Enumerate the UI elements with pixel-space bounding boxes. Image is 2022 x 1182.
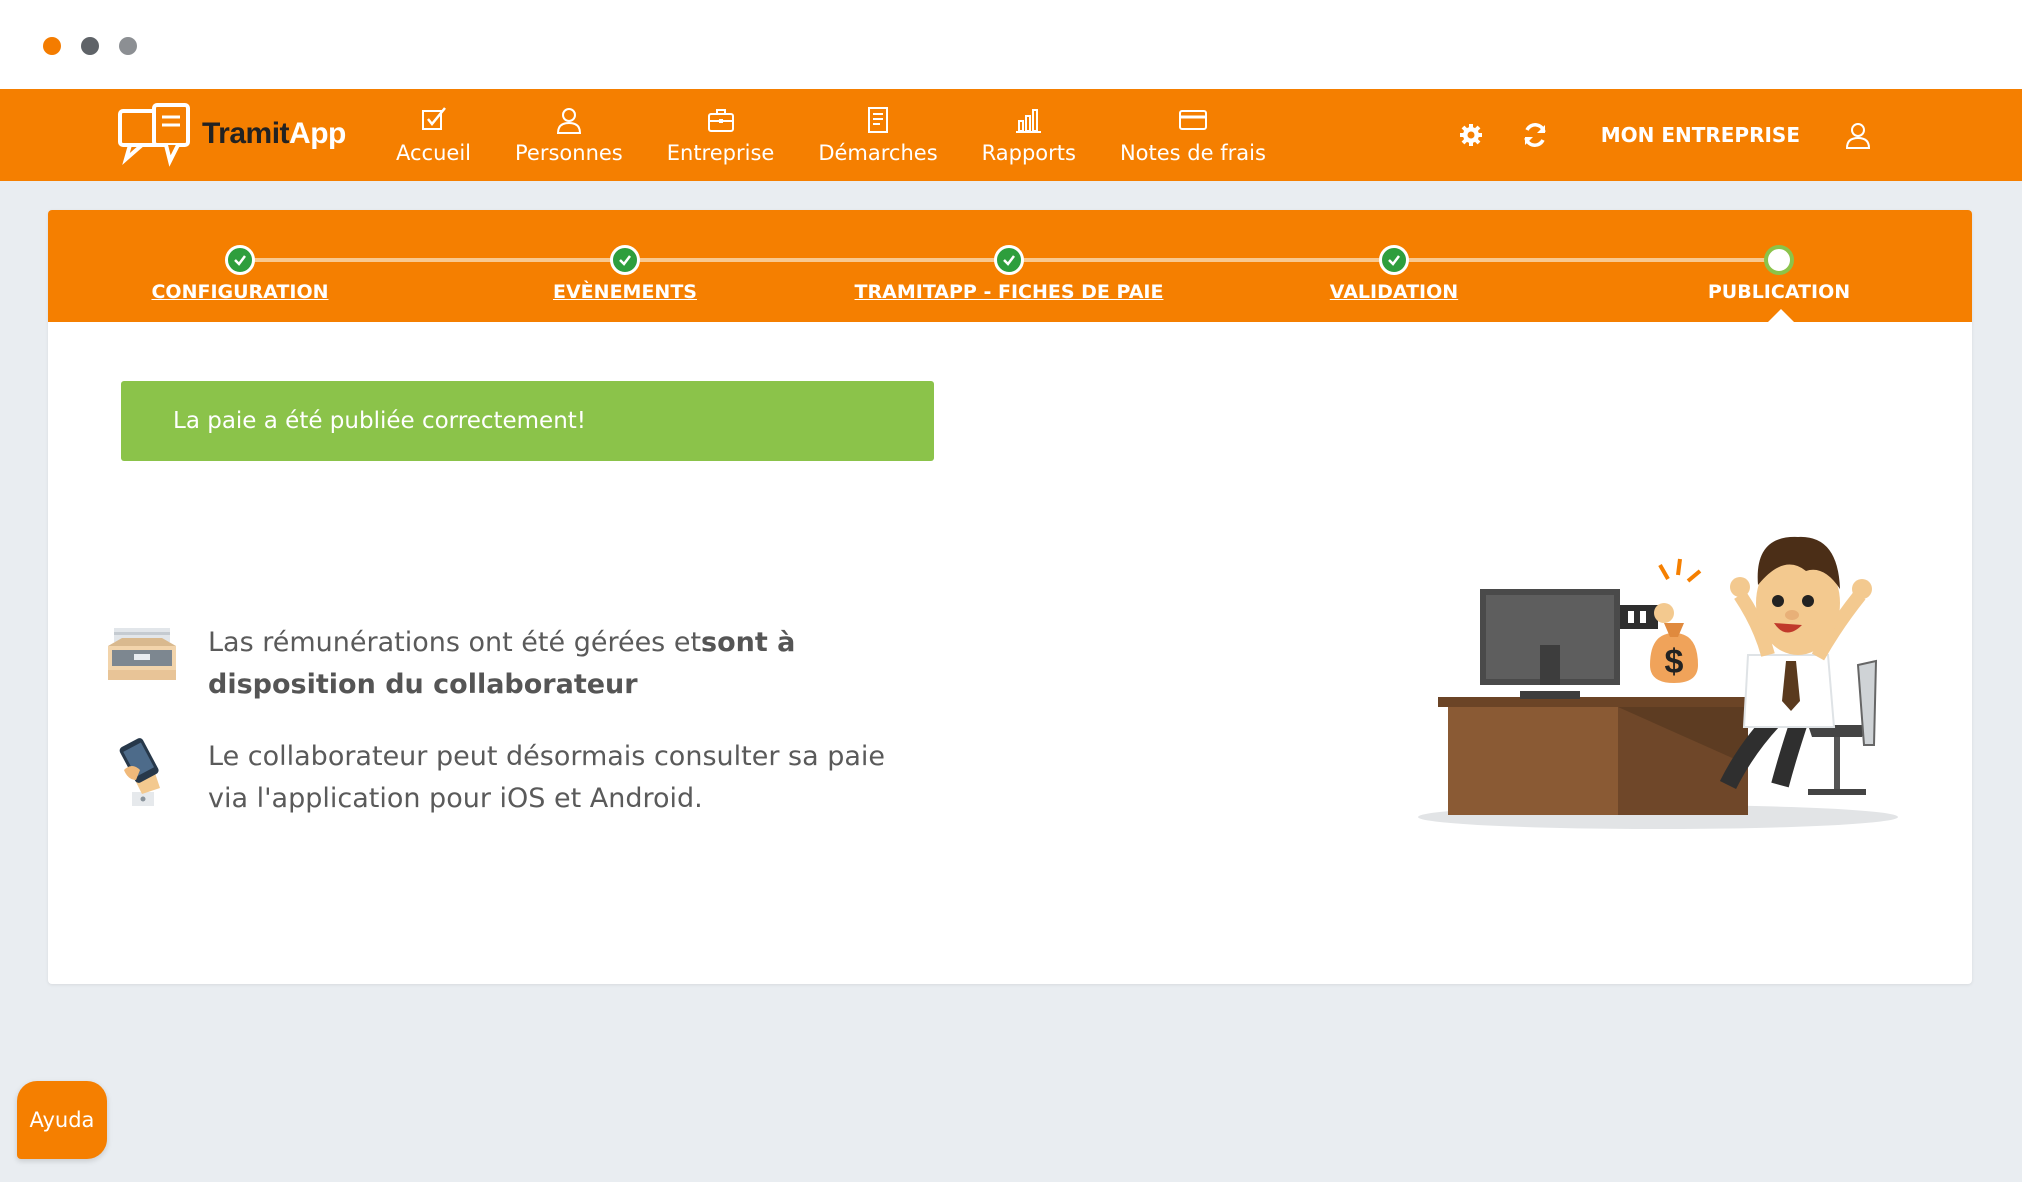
company-menu[interactable]: MON ENTREPRISE — [1601, 123, 1800, 147]
nav-label-accueil: Accueil — [396, 141, 471, 165]
step-fiches-de-paie[interactable]: TRAMITAPP - FICHES DE PAIE — [839, 245, 1179, 303]
app-logo[interactable]: TramitApp — [116, 101, 346, 167]
step-current-dot — [1764, 245, 1794, 275]
success-alert: La paie a été publiée correctement! — [121, 381, 934, 461]
credit-card-icon — [1178, 110, 1207, 130]
step-done-check-icon — [1379, 245, 1409, 275]
gear-icon[interactable] — [1457, 121, 1485, 149]
nav-item-rapports[interactable]: Rapports — [960, 89, 1098, 181]
nav-item-accueil[interactable]: Accueil — [374, 89, 493, 181]
step-label: PUBLICATION — [1707, 281, 1851, 303]
bar-chart-icon — [1015, 109, 1041, 133]
nav-label-rapports: Rapports — [981, 141, 1076, 165]
person-icon — [556, 108, 581, 134]
briefcase-icon — [707, 109, 734, 132]
nav-item-demarches[interactable]: Démarches — [796, 89, 959, 181]
refresh-icon[interactable] — [1521, 121, 1549, 149]
document-icon — [867, 107, 888, 133]
step-label: CONFIGURATION — [151, 281, 329, 303]
nav-right: MON ENTREPRISE — [1439, 89, 1890, 181]
help-button[interactable]: Ayuda — [17, 1081, 107, 1159]
inbox-tray-icon — [108, 628, 176, 680]
success-message: La paie a été publiée correctement! — [173, 408, 587, 434]
nav-item-notes-de-frais[interactable]: Notes de frais — [1098, 89, 1288, 181]
step-configuration[interactable]: CONFIGURATION — [70, 245, 410, 303]
window-titlebar — [0, 0, 2022, 89]
nav-label-entreprise: Entreprise — [666, 141, 775, 165]
user-icon[interactable] — [1844, 121, 1872, 149]
nav-label-notes-de-frais: Notes de frais — [1119, 141, 1266, 165]
active-step-pointer — [1767, 309, 1795, 323]
info-text-remunerations: Las rémunérations ont été gérées etsont … — [208, 622, 908, 706]
step-done-check-icon — [610, 245, 640, 275]
nav-label-personnes: Personnes — [515, 141, 623, 165]
main-nav: Accueil Personnes Entreprise Démarches R… — [374, 89, 1288, 181]
happy-employee-illustration: $ — [1418, 536, 1898, 829]
window-maximize-button[interactable] — [119, 37, 137, 55]
svg-text:$: $ — [1665, 643, 1684, 681]
nav-item-personnes[interactable]: Personnes — [493, 89, 645, 181]
step-done-check-icon — [225, 245, 255, 275]
step-validation[interactable]: VALIDATION — [1224, 245, 1564, 303]
nav-label-demarches: Démarches — [818, 141, 938, 165]
info-text-application: Le collaborateur peut désormais consulte… — [208, 741, 885, 814]
info-row-remunerations: Las rémunérations ont été gérées etsont … — [104, 622, 908, 706]
logo-text: TramitApp — [202, 117, 346, 151]
step-label: VALIDATION — [1329, 281, 1459, 303]
step-label: EVÈNEMENTS — [553, 281, 697, 303]
window-minimize-button[interactable] — [81, 37, 99, 55]
logo-text-tramit: Tramit — [202, 117, 290, 150]
step-label: TRAMITAPP - FICHES DE PAIE — [854, 281, 1164, 303]
step-publication: PUBLICATION — [1609, 245, 1949, 303]
info-text-normal: Las rémunérations ont été gérées et — [208, 627, 702, 658]
info-row-application: Le collaborateur peut désormais consulte… — [104, 736, 908, 820]
progress-stepper: CONFIGURATION EVÈNEMENTS TRAMITAPP - FIC… — [48, 210, 1972, 323]
window-close-button[interactable] — [43, 37, 61, 55]
payroll-card: CONFIGURATION EVÈNEMENTS TRAMITAPP - FIC… — [48, 210, 1972, 984]
phone-hand-icon — [119, 738, 160, 806]
nav-item-entreprise[interactable]: Entreprise — [645, 89, 797, 181]
help-button-label: Ayuda — [29, 1108, 95, 1132]
step-done-check-icon — [994, 245, 1024, 275]
logo-text-app: App — [289, 117, 346, 150]
step-evenements[interactable]: EVÈNEMENTS — [455, 245, 795, 303]
top-navbar: TramitApp Accueil Personnes Entreprise D… — [0, 89, 2022, 181]
checkbox-icon — [421, 107, 446, 130]
chat-bubble-logo-icon — [118, 103, 190, 167]
